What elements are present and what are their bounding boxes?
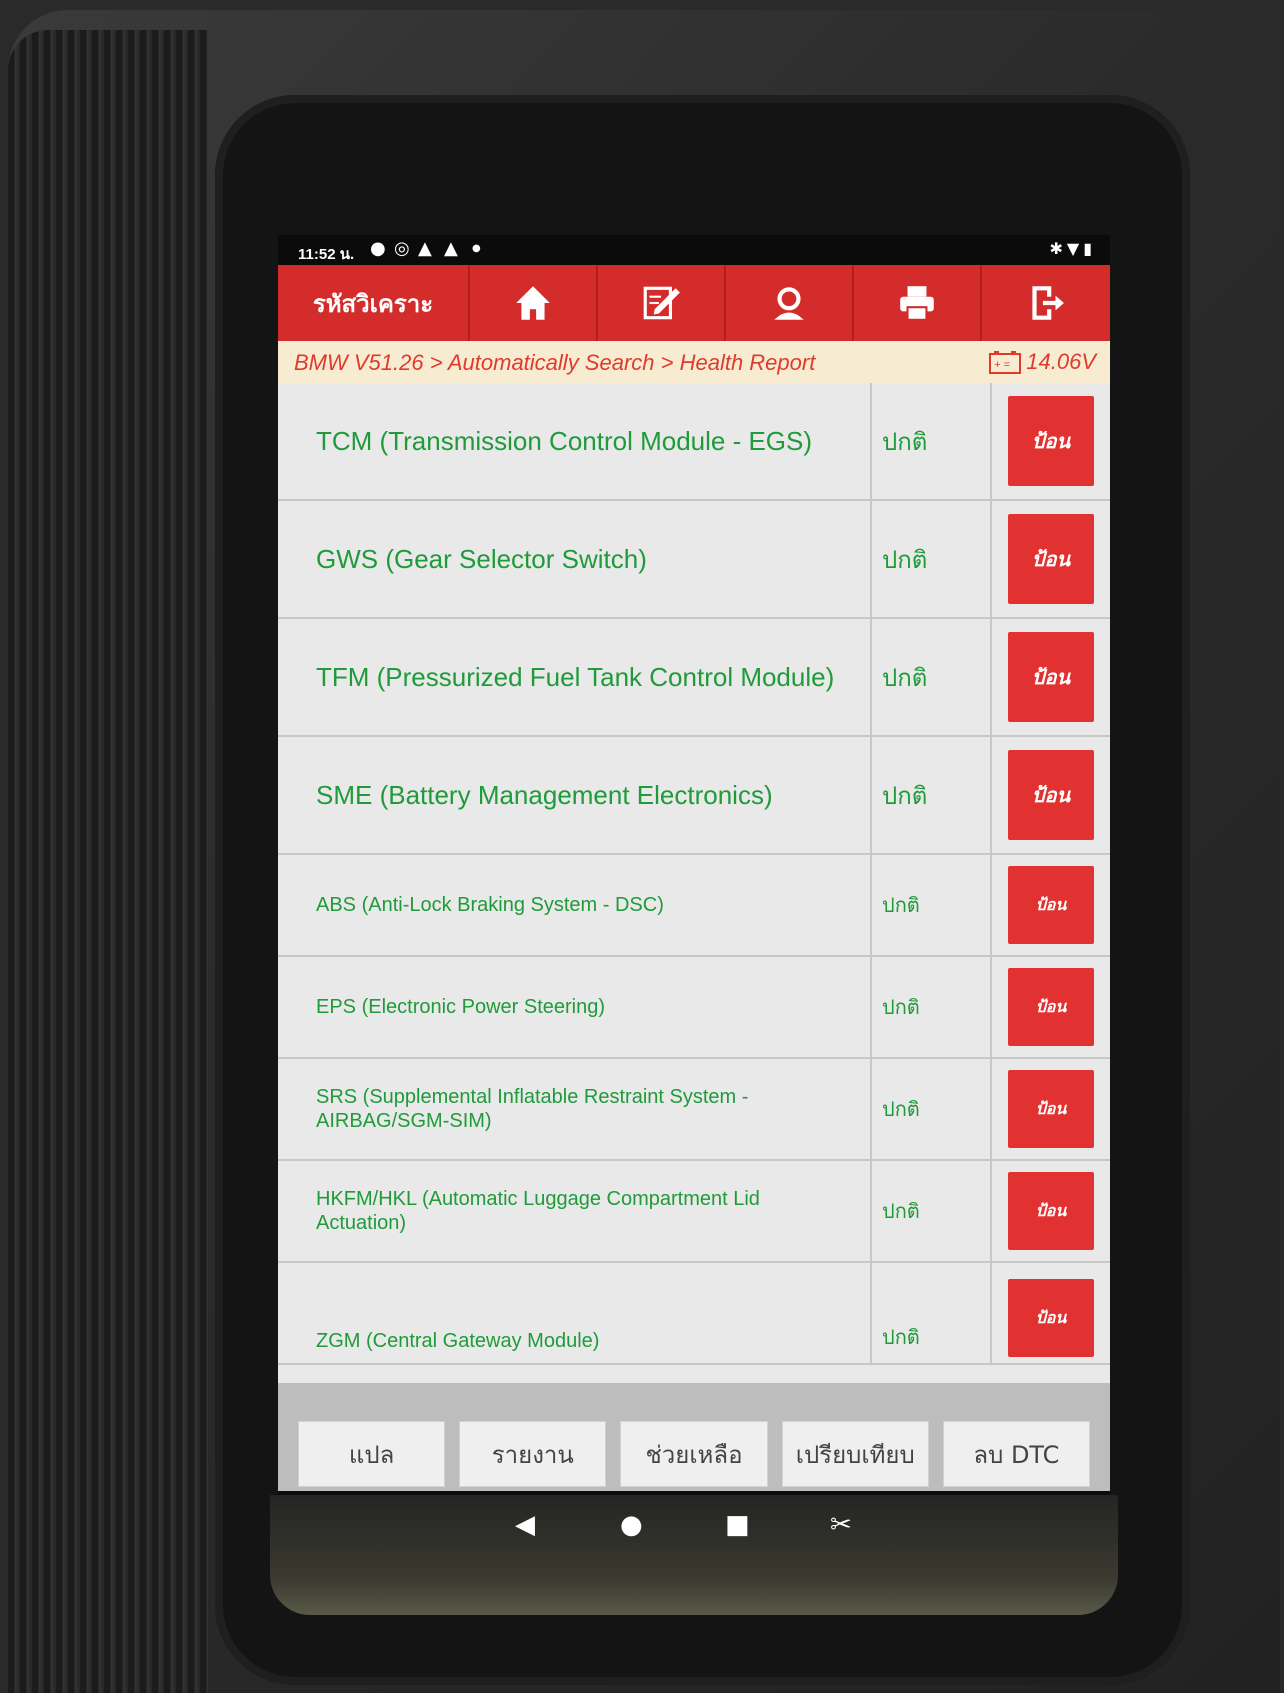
warning-icon: ▲ — [444, 238, 458, 259]
table-row: EPS (Electronic Power Steering) ปกติ ป้อ… — [278, 957, 1110, 1059]
status-time: 11:52 น. — [298, 246, 355, 263]
module-status: ปกติ — [872, 501, 992, 617]
module-name: TCM (Transmission Control Module - EGS) — [278, 383, 872, 499]
support-button[interactable] — [724, 265, 852, 341]
tablet-screen: 11:52 น. ● ◎ ▲ ▲ ● ✱▼▮ รหัสวิเคราะ BMW V… — [278, 235, 1110, 1495]
health-report-table: TCM (Transmission Control Module - EGS) … — [278, 383, 1110, 1410]
table-row: HKFM/HKL (Automatic Luggage Compartment … — [278, 1161, 1110, 1263]
warning-icon: ▲ — [418, 238, 432, 259]
module-status: ปกติ — [872, 737, 992, 853]
back-icon[interactable]: ◀ — [515, 1510, 535, 1540]
status-bar: 11:52 น. ● ◎ ▲ ▲ ● ✱▼▮ — [278, 235, 1110, 265]
edit-icon — [643, 286, 680, 320]
translate-button[interactable]: แปล — [298, 1421, 446, 1487]
table-row: TCM (Transmission Control Module - EGS) … — [278, 383, 1110, 501]
casing-grip — [8, 30, 208, 1693]
module-name: HKFM/HKL (Automatic Luggage Compartment … — [278, 1161, 872, 1261]
table-row: TFM (Pressurized Fuel Tank Control Modul… — [278, 619, 1110, 737]
module-name: SRS (Supplemental Inflatable Restraint S… — [278, 1059, 872, 1159]
bottom-button-bar: แปล รายงาน ช่วยเหลือ เปรียบเทียบ ลบ DTC — [278, 1383, 1110, 1491]
exit-button[interactable] — [980, 265, 1108, 341]
breadcrumb: BMW V51.26 > Automatically Search > Heal… — [278, 341, 1110, 383]
voltage-value: 14.06V — [1026, 349, 1096, 374]
print-button[interactable] — [852, 265, 980, 341]
module-status: ปกติ — [872, 383, 992, 499]
battery-icon: ▮ — [1083, 239, 1096, 258]
status-right-icons: ✱▼▮ — [1049, 239, 1096, 258]
bluetooth-icon: ✱ — [1049, 239, 1067, 258]
module-status: ปกติ — [872, 1263, 992, 1363]
module-name: TFM (Pressurized Fuel Tank Control Modul… — [278, 619, 872, 735]
module-action-cell: ป้อน — [992, 1161, 1110, 1261]
battery-voltage: + = 14.06V — [988, 349, 1096, 375]
top-toolbar: รหัสวิเคราะ — [278, 265, 1110, 341]
module-action-cell: ป้อน — [992, 737, 1110, 853]
module-name: EPS (Electronic Power Steering) — [278, 957, 872, 1057]
ev-icon: ◎ — [394, 238, 410, 259]
wifi-icon: ▼ — [1066, 239, 1084, 258]
module-action-cell: ป้อน — [992, 1263, 1110, 1363]
enter-module-button[interactable]: ป้อน — [1008, 1070, 1094, 1148]
enter-module-button[interactable]: ป้อน — [1008, 1279, 1094, 1357]
table-row: ZGM (Central Gateway Module) ปกติ ป้อน — [278, 1263, 1110, 1365]
table-row: ABS (Anti-Lock Braking System - DSC) ปกต… — [278, 855, 1110, 957]
svg-text:+ =: + = — [994, 359, 1010, 371]
module-name: GWS (Gear Selector Switch) — [278, 501, 872, 617]
module-status: ปกติ — [872, 1059, 992, 1159]
module-status: ปกติ — [872, 957, 992, 1057]
table-row: SRS (Supplemental Inflatable Restraint S… — [278, 1059, 1110, 1161]
module-name: ZGM (Central Gateway Module) — [278, 1263, 872, 1363]
recents-icon[interactable]: ■ — [725, 1510, 750, 1540]
android-nav-bar: ◀ ● ■ ✂ — [500, 1510, 860, 1554]
enter-module-button[interactable]: ป้อน — [1008, 396, 1094, 486]
module-status: ปกติ — [872, 1161, 992, 1261]
enter-module-button[interactable]: ป้อน — [1008, 632, 1094, 722]
module-name: SME (Battery Management Electronics) — [278, 737, 872, 853]
module-action-cell: ป้อน — [992, 383, 1110, 499]
enter-module-button[interactable]: ป้อน — [1008, 750, 1094, 840]
print-icon — [900, 286, 934, 321]
module-status: ปกติ — [872, 855, 992, 955]
support-icon — [774, 287, 804, 320]
module-action-cell: ป้อน — [992, 1059, 1110, 1159]
module-status: ปกติ — [872, 619, 992, 735]
home-button[interactable] — [468, 265, 596, 341]
battery-icon: + = — [989, 351, 1022, 374]
enter-module-button[interactable]: ป้อน — [1008, 514, 1094, 604]
notification-icon: ● — [370, 238, 386, 259]
module-name: ABS (Anti-Lock Braking System - DSC) — [278, 855, 872, 955]
help-button[interactable]: ช่วยเหลือ — [620, 1421, 768, 1487]
enter-module-button[interactable]: ป้อน — [1008, 968, 1094, 1046]
home-circle-icon[interactable]: ● — [620, 1510, 643, 1540]
table-row: SME (Battery Management Electronics) ปกต… — [278, 737, 1110, 855]
clear-dtc-button[interactable]: ลบ DTC — [942, 1421, 1091, 1487]
screenshot-icon[interactable]: ✂ — [830, 1510, 852, 1540]
compare-button[interactable]: เปรียบเทียบ — [781, 1421, 929, 1487]
module-action-cell: ป้อน — [992, 855, 1110, 955]
dot-icon: ● — [472, 243, 481, 254]
exit-icon — [1032, 286, 1064, 320]
enter-module-button[interactable]: ป้อน — [1008, 866, 1094, 944]
breadcrumb-path: BMW V51.26 > Automatically Search > Heal… — [294, 350, 816, 375]
module-action-cell: ป้อน — [992, 501, 1110, 617]
table-row: GWS (Gear Selector Switch) ปกติ ป้อน — [278, 501, 1110, 619]
enter-module-button[interactable]: ป้อน — [1008, 1172, 1094, 1250]
diagnostic-title: รหัสวิเคราะ — [312, 289, 434, 318]
module-action-cell: ป้อน — [992, 619, 1110, 735]
home-icon — [516, 286, 550, 320]
report-button[interactable]: รายงาน — [459, 1421, 607, 1487]
module-action-cell: ป้อน — [992, 957, 1110, 1057]
edit-button[interactable] — [596, 265, 724, 341]
